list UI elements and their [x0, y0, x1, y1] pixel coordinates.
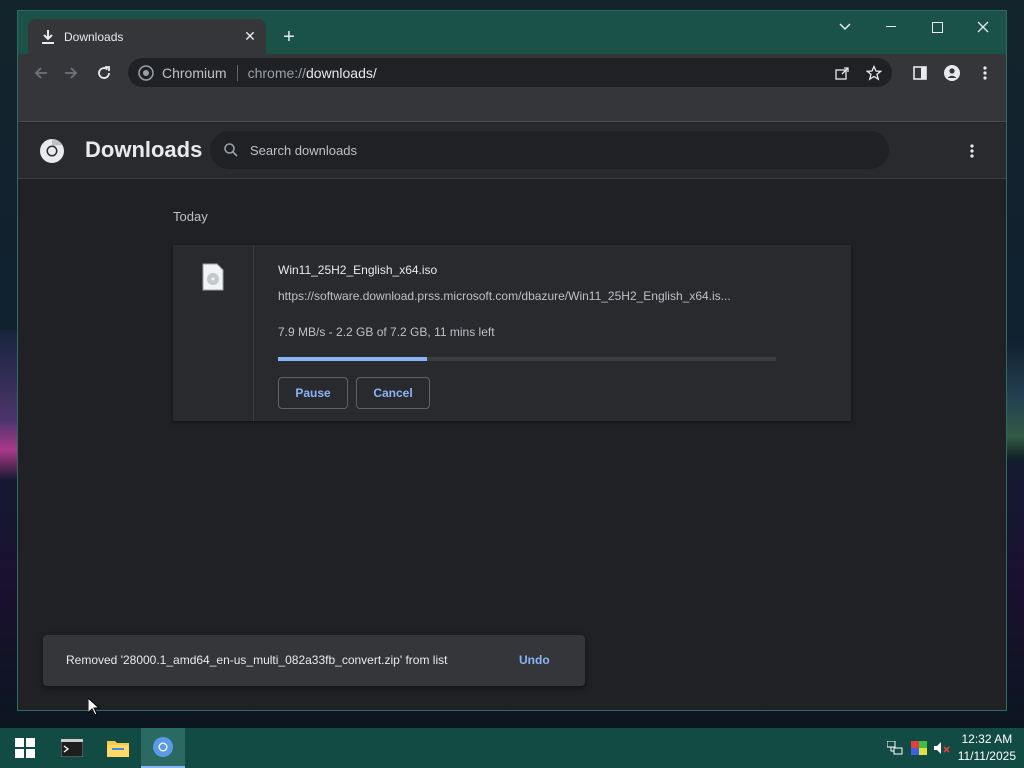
url-prefix: chrome:// — [247, 64, 306, 81]
back-button[interactable] — [28, 60, 54, 86]
color-settings-icon[interactable] — [910, 739, 928, 757]
page-menu-button[interactable] — [970, 144, 974, 158]
clock-date: 11/11/2025 — [957, 749, 1016, 763]
taskbar: 12:32 AM 11/11/2025 — [0, 728, 1024, 768]
site-info-icon[interactable] — [138, 64, 154, 81]
address-bar[interactable]: Chromium chrome:// downloads/ — [128, 58, 892, 87]
share-icon[interactable] — [834, 65, 850, 81]
maximize-button[interactable] — [914, 11, 960, 43]
file-explorer-taskbar-icon[interactable] — [96, 728, 140, 768]
bookmarks-bar — [18, 92, 1006, 122]
tab-close-button[interactable]: ✕ — [242, 28, 258, 45]
terminal-taskbar-icon[interactable] — [50, 728, 94, 768]
file-source-url[interactable]: https://software.download.prss.microsoft… — [278, 289, 778, 303]
side-panel-button[interactable] — [907, 60, 933, 86]
site-label: Chromium — [162, 64, 227, 81]
close-window-button[interactable] — [960, 11, 1006, 43]
search-placeholder: Search downloads — [250, 142, 357, 158]
page-title: Downloads — [85, 137, 203, 162]
wallpaper-city-left — [0, 330, 18, 480]
search-input[interactable]: Search downloads — [210, 131, 889, 169]
mouse-cursor-icon — [87, 696, 101, 721]
date-group-label: Today — [173, 209, 208, 224]
toast-message: Removed '28000.1_amd64_en-us_multi_082a3… — [66, 653, 448, 667]
search-icon — [224, 143, 238, 157]
chromium-taskbar-icon[interactable] — [141, 728, 185, 768]
pause-button[interactable]: Pause — [278, 377, 348, 409]
tab-search-button[interactable] — [822, 11, 868, 43]
file-icon — [202, 263, 224, 296]
wallpaper-city-right — [1006, 340, 1024, 460]
system-clock[interactable]: 12:32 AM 11/11/2025 — [958, 731, 1016, 765]
tab-title: Downloads — [64, 29, 124, 44]
download-status: 7.9 MB/s - 2.2 GB of 7.2 GB, 11 mins lef… — [278, 325, 495, 339]
title-bar: Downloads ✕ + — [18, 11, 1006, 54]
clock-time: 12:32 AM — [961, 732, 1013, 746]
network-icon[interactable] — [886, 739, 904, 757]
minimize-button[interactable] — [868, 11, 914, 43]
download-progress-bar — [278, 357, 776, 361]
bookmark-star-icon[interactable] — [866, 64, 882, 81]
file-icon-column — [173, 245, 254, 421]
downloads-header: Downloads Search downloads — [18, 123, 1006, 179]
reload-button[interactable] — [91, 60, 117, 86]
start-button[interactable] — [3, 728, 47, 768]
browser-menu-button[interactable] — [972, 60, 998, 86]
tab-downloads[interactable]: Downloads ✕ — [28, 19, 266, 54]
download-item: Win11_25H2_English_x64.iso https://softw… — [173, 245, 851, 421]
removed-toast: Removed '28000.1_amd64_en-us_multi_082a3… — [43, 635, 585, 686]
profile-icon[interactable] — [939, 60, 965, 86]
browser-window: Downloads ✕ + Chromium chrome:// downloa… — [17, 10, 1007, 711]
undo-button[interactable]: Undo — [519, 653, 550, 667]
progress-fill — [278, 357, 428, 361]
volume-muted-icon[interactable] — [933, 739, 951, 757]
file-name: Win11_25H2_English_x64.iso — [278, 263, 438, 277]
url-path: downloads/ — [305, 64, 377, 81]
forward-button[interactable] — [58, 60, 84, 86]
download-icon — [40, 29, 56, 45]
omnibox-divider — [236, 64, 238, 81]
cancel-button[interactable]: Cancel — [356, 377, 430, 409]
toolbar: Chromium chrome:// downloads/ — [18, 54, 1006, 92]
new-tab-button[interactable]: + — [277, 25, 301, 49]
chromium-logo-icon — [39, 138, 65, 169]
